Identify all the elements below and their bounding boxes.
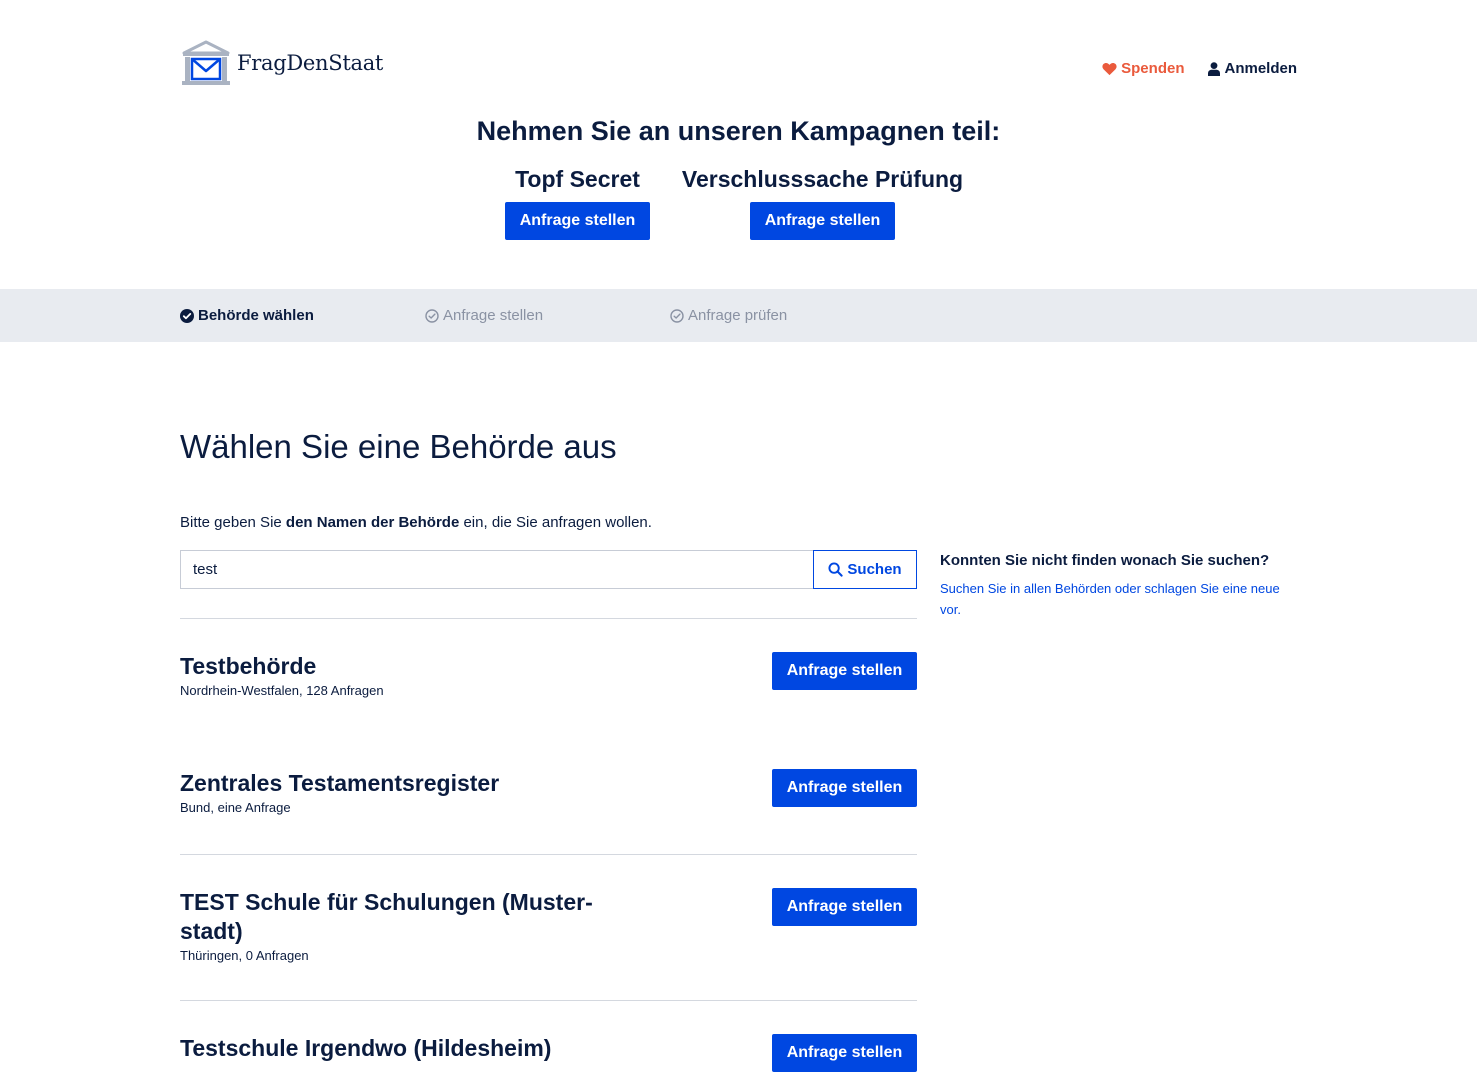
result-request-button[interactable]: Anfrage stellen [772,1034,917,1072]
result-meta: Thüringen, 0 Anfragen [180,948,309,963]
result-name[interactable]: TEST Schule für Schulungen (Muster­stadt… [180,888,640,946]
campaign-request-button[interactable]: Anfrage stellen [505,202,650,240]
result-name[interactable]: Testschule Irgendwo (Hildesheim) [180,1034,640,1063]
check-circle-filled-icon [180,308,194,323]
logo-building-icon [182,40,230,85]
search-button-label: Suchen [847,561,902,578]
search-all-authorities-link[interactable]: Suchen Sie in allen Behörden [940,581,1111,596]
site-logo[interactable]: FragDenStaat [180,40,383,86]
step-label: Anfrage prüfen [688,307,788,324]
campaign-topf-secret: Topf Secret Anfrage stellen [505,166,650,240]
result-item: Testbehörde Nordrhein-Westfalen, 128 Anf… [180,618,917,736]
step-choose-authority: Behörde wählen [180,289,314,342]
check-circle-outline-icon [670,308,684,323]
intro-text-before: Bitte geben Sie [180,514,286,531]
login-label: Anmelden [1224,60,1297,77]
sidebar-text-after: . [957,602,961,617]
sidebar-text-middle: oder [1111,581,1145,596]
result-item: Zentrales Testamentsregister Bund, eine … [180,736,917,854]
result-name[interactable]: Zentrales Testamentsregister [180,769,640,798]
authority-search: Suchen [180,550,917,589]
result-request-button[interactable]: Anfrage stellen [772,652,917,690]
authority-search-input[interactable] [180,550,813,589]
user-icon [1208,61,1221,76]
heart-icon [1102,62,1117,75]
sidebar-heading: Konnten Sie nicht finden wonach Sie su­c… [940,552,1270,569]
campaign-name: Topf Secret [515,166,640,192]
campaign-name: Verschlusssache Prüfung [681,166,964,192]
logo-text: FragDenStaat [237,51,384,75]
page-title: Wählen Sie eine Behörde aus [180,428,617,465]
result-request-button[interactable]: Anfrage stellen [772,888,917,926]
check-circle-outline-icon [425,308,439,323]
result-request-button[interactable]: Anfrage stellen [772,769,917,807]
campaign-title: Nehmen Sie an unseren Kampagnen teil: [476,116,1001,146]
step-review-request: Anfrage prüfen [670,289,787,342]
step-label: Behörde wählen [198,307,314,324]
campaign-request-button[interactable]: Anfrage stellen [750,202,895,240]
donate-link[interactable]: Spenden [1102,60,1184,77]
step-make-request: Anfrage stellen [425,289,543,342]
campaign-verschlusssache: Verschlusssache Prüfung Anfrage stellen [682,166,963,240]
site-header: FragDenStaat Spenden Anmelden [180,38,1297,90]
progress-steps: Behörde wählen Anfrage stellen Anfrage p… [0,289,1477,342]
search-icon [828,562,844,577]
search-button[interactable]: Suchen [813,550,917,589]
help-sidebar: Konnten Sie nicht finden wonach Sie su­c… [940,551,1297,620]
header-nav: Spenden Anmelden [1102,60,1297,77]
login-link[interactable]: Anmelden [1208,60,1297,77]
intro-text-bold: den Namen der Behörde [285,514,460,531]
step-label: Anfrage stellen [443,307,544,324]
authority-results: Testbehörde Nordrhein-Westfalen, 128 Anf… [180,618,917,1080]
result-item: TEST Schule für Schulungen (Muster­stadt… [180,854,917,1000]
sidebar-text: Suchen Sie in allen Behörden oder schlag… [940,578,1290,620]
intro-text-after: ein, die Sie anfragen wollen. [459,514,652,531]
result-name[interactable]: Testbehörde [180,652,640,681]
donate-label: Spenden [1121,60,1185,77]
intro-text: Bitte geben Sie den Namen der Behörde ei… [180,514,652,531]
result-item: Testschule Irgendwo (Hildesheim) Anfrage… [180,1000,917,1080]
